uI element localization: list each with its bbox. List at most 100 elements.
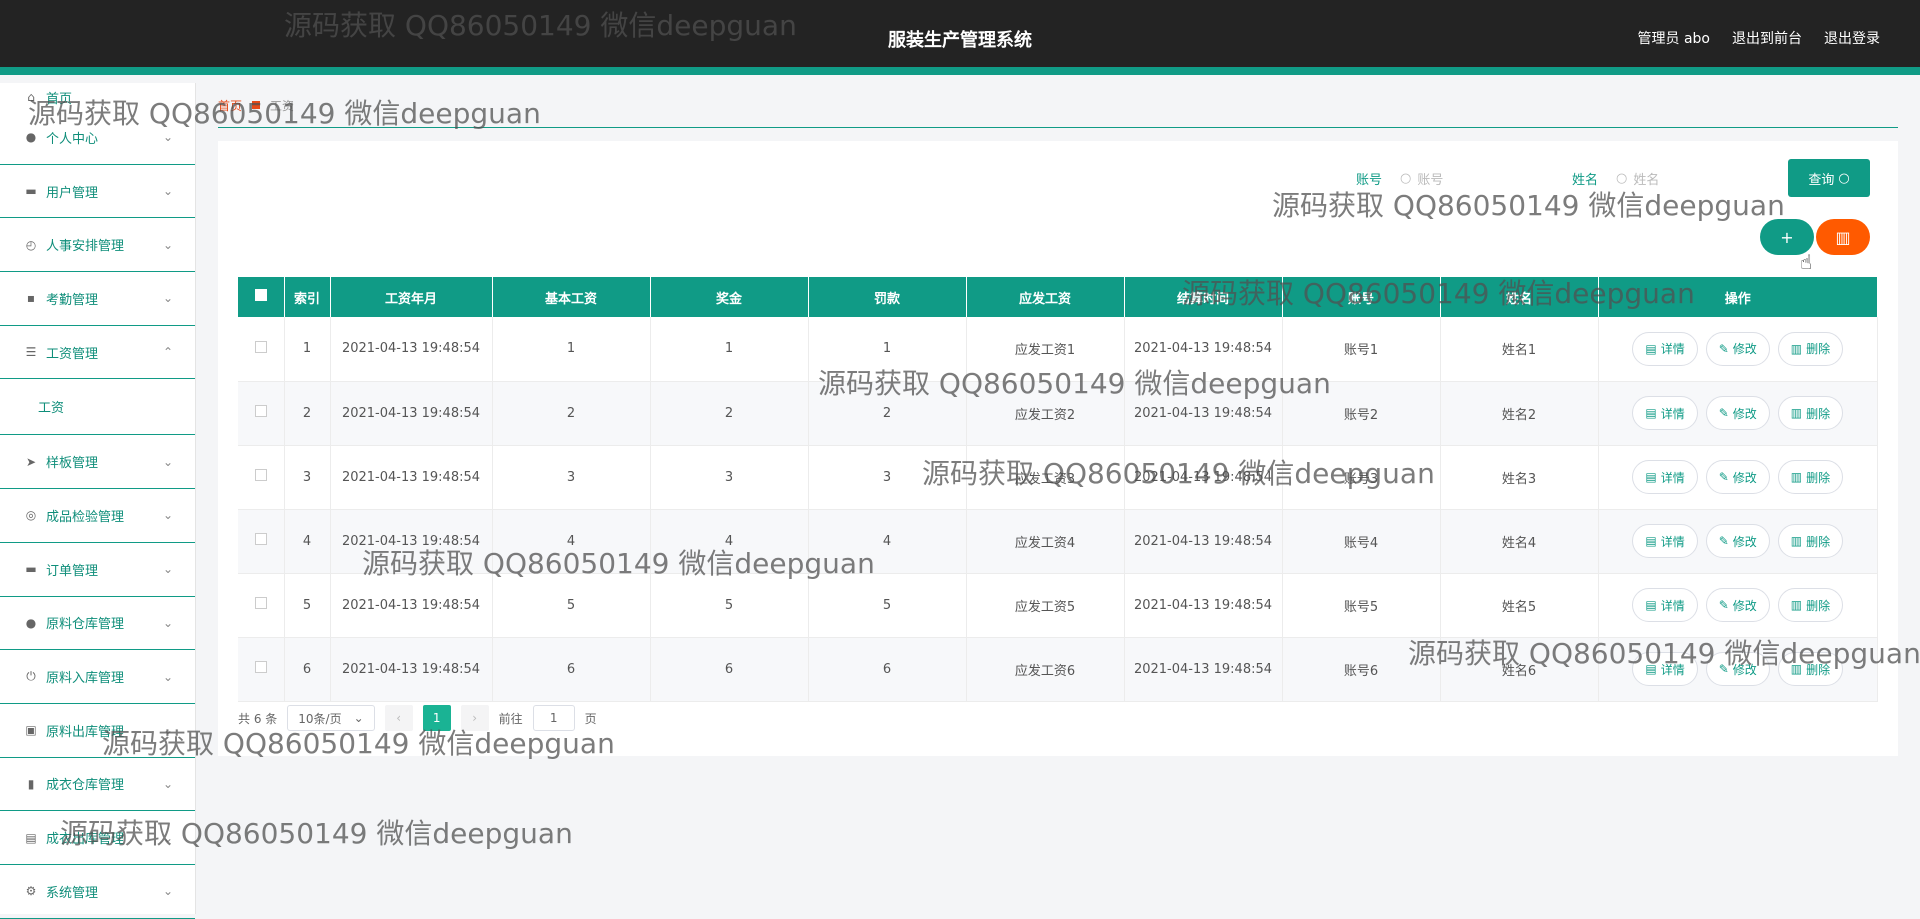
sidebar-item-raw-warehouse[interactable]: ● 原料仓库管理 ⌄ bbox=[0, 597, 195, 651]
breadcrumb-home[interactable]: 首页 bbox=[218, 97, 242, 114]
table-cell: 应发工资1 bbox=[966, 317, 1125, 382]
sidebar-item-inspection[interactable]: ◎ 成品检验管理 ⌄ bbox=[0, 489, 195, 543]
chevron-up-icon: ⌃ bbox=[162, 345, 173, 360]
query-button[interactable]: 查询 ○ bbox=[1788, 159, 1870, 197]
chevron-down-icon: ⌄ bbox=[162, 723, 173, 738]
table-cell: 5 bbox=[492, 573, 651, 638]
table-cell: 6 bbox=[284, 637, 331, 702]
detail-button[interactable]: ▤ 详情 bbox=[1632, 396, 1698, 430]
edit-button[interactable]: ✎ 修改 bbox=[1705, 396, 1770, 430]
table-cell: 账号1 bbox=[1282, 317, 1441, 382]
detail-button[interactable]: ▤ 详情 bbox=[1632, 331, 1698, 366]
edit-button[interactable]: ✎ 修改 bbox=[1705, 460, 1770, 494]
back-to-front-link[interactable]: 退出到前台 bbox=[1732, 28, 1802, 48]
trash-icon: ▥ bbox=[1790, 534, 1803, 548]
monitor-icon: ▬ bbox=[25, 184, 37, 199]
edit-button[interactable]: ✎ 修改 bbox=[1705, 331, 1770, 366]
pointer-cursor-icon: ☝ bbox=[1800, 250, 1813, 274]
sidebar-item-raw-outbound[interactable]: ▣ 原料出库管理 ⌄ bbox=[0, 704, 195, 758]
row-checkbox[interactable] bbox=[238, 445, 285, 510]
table-cell: 姓名5 bbox=[1440, 573, 1599, 638]
goto-page-input[interactable]: 1 bbox=[532, 705, 575, 731]
sidebar-item-hr-schedule[interactable]: ◴ 人事安排管理 ⌄ bbox=[0, 218, 195, 273]
table-row: 5 2021-04-13 19:48:54 5 5 5 应发工资5 2021-04-13 1… bbox=[238, 573, 1878, 638]
table-cell: 2021-04-13 19:48:54 bbox=[330, 317, 493, 382]
pencil-icon: ✎ bbox=[1718, 534, 1729, 548]
batch-delete-button[interactable]: ▥ bbox=[1816, 219, 1870, 255]
sidebar-item-sample[interactable]: ➤ 样板管理 ⌄ bbox=[0, 435, 195, 490]
admin-label: 管理员 abo bbox=[1637, 31, 1710, 47]
delete-button[interactable]: ▥ 删除 bbox=[1777, 396, 1844, 430]
edit-button[interactable]: ✎ 修改 bbox=[1705, 652, 1770, 686]
delete-button[interactable]: ▥ 删除 bbox=[1777, 524, 1844, 558]
row-checkbox[interactable] bbox=[238, 509, 285, 574]
device-icon: ▬ bbox=[25, 562, 37, 577]
sidebar-item-raw-inbound[interactable]: ⏻ 原料入库管理 ⌄ bbox=[0, 650, 195, 704]
page-number-current[interactable]: 1 bbox=[422, 705, 451, 731]
sidebar-item-salary-management[interactable]: ☰ 工资管理 ⌃ bbox=[0, 326, 195, 380]
table-cell: 账号4 bbox=[1282, 509, 1441, 574]
column-header: 索引 bbox=[284, 277, 331, 317]
pencil-icon: ✎ bbox=[1718, 406, 1729, 420]
next-page-button[interactable]: › bbox=[460, 705, 489, 731]
sidebar-item-system[interactable]: ⚙ 系统管理 ⌄ bbox=[0, 865, 195, 919]
detail-button[interactable]: ▤ 详情 bbox=[1632, 460, 1698, 494]
row-checkbox[interactable] bbox=[238, 637, 285, 702]
sidebar-item-user-management[interactable]: ▬ 用户管理 ⌄ bbox=[0, 165, 195, 219]
send-icon: ➤ bbox=[25, 454, 37, 469]
top-navbar: 服装生产管理系统 管理员 abo 退出到前台 退出登录 bbox=[0, 0, 1920, 75]
column-header: 操作 bbox=[1598, 277, 1878, 317]
speedometer-icon: ◴ bbox=[25, 237, 37, 252]
column-header: 应发工资 bbox=[966, 277, 1125, 317]
sidebar-item-salary[interactable]: 工资 bbox=[0, 379, 195, 436]
chevron-down-icon: ⌄ bbox=[162, 508, 173, 523]
table-cell: 2021-04-13 19:48:54 bbox=[1124, 445, 1283, 510]
sidebar-item-home[interactable]: ⌂ 首页 bbox=[0, 83, 195, 111]
delete-button[interactable]: ▥ 删除 bbox=[1777, 460, 1844, 494]
trash-icon: ▥ bbox=[1790, 341, 1803, 356]
table-cell: 3 bbox=[650, 445, 809, 510]
prev-page-button[interactable]: ‹ bbox=[384, 705, 413, 731]
table-cell: 3 bbox=[808, 445, 967, 510]
table-cell: 2021-04-13 19:48:54 bbox=[1124, 381, 1283, 446]
sidebar-item-garment-outbound[interactable]: ▤ 成衣出库管理 ⌄ bbox=[0, 811, 195, 865]
select-all-checkbox[interactable] bbox=[238, 277, 285, 317]
sidebar-item-orders[interactable]: ▬ 订单管理 ⌄ bbox=[0, 543, 195, 597]
column-header: 账号 bbox=[1282, 277, 1441, 317]
chevron-down-icon: ⌄ bbox=[162, 562, 173, 577]
logout-link[interactable]: 退出登录 bbox=[1824, 28, 1880, 48]
search-bar: 账号 ○ 账号 姓名 ○ 姓名 查询 ○ bbox=[1356, 159, 1870, 197]
user-icon: ● bbox=[25, 130, 37, 145]
row-checkbox[interactable] bbox=[238, 573, 285, 638]
app-title: 服装生产管理系统 bbox=[888, 30, 1032, 51]
delete-button[interactable]: ▥ 删除 bbox=[1777, 331, 1844, 366]
account-input[interactable]: ○ 账号 bbox=[1392, 161, 1562, 195]
row-actions: ▤ 详情 ✎ 修改 ▥ 删除 bbox=[1598, 509, 1878, 574]
edit-button[interactable]: ✎ 修改 bbox=[1705, 588, 1770, 622]
row-checkbox[interactable] bbox=[238, 317, 285, 382]
table-cell: 2021-04-13 19:48:54 bbox=[330, 381, 493, 446]
main-content: 首页 工资 账号 ○ 账号 姓名 ○ 姓名 查询 ○ + ▥ 索引 工资年月 基本工 bbox=[218, 83, 1898, 756]
delete-button[interactable]: ▥ 删除 bbox=[1777, 588, 1844, 622]
detail-button[interactable]: ▤ 详情 bbox=[1632, 588, 1698, 622]
sidebar-item-garment-warehouse[interactable]: ▮ 成衣仓库管理 ⌄ bbox=[0, 758, 195, 812]
table-cell: 2021-04-13 19:48:54 bbox=[1124, 573, 1283, 638]
detail-button[interactable]: ▤ 详情 bbox=[1632, 524, 1698, 558]
edit-button[interactable]: ✎ 修改 bbox=[1705, 524, 1770, 558]
box-icon: ▣ bbox=[25, 723, 37, 738]
sidebar-item-attendance[interactable]: ▪ 考勤管理 ⌄ bbox=[0, 272, 195, 326]
detail-button[interactable]: ▤ 详情 bbox=[1632, 652, 1698, 686]
table-cell: 2021-04-13 19:48:54 bbox=[330, 573, 493, 638]
name-input[interactable]: ○ 姓名 bbox=[1608, 161, 1778, 195]
sidebar-item-personal-center[interactable]: ● 个人中心 ⌄ bbox=[0, 111, 195, 165]
table-row: 4 2021-04-13 19:48:54 4 4 4 应发工资4 2021-04-13 1… bbox=[238, 509, 1878, 574]
document-icon: ▤ bbox=[1645, 534, 1657, 548]
table-cell: 应发工资5 bbox=[966, 573, 1125, 638]
row-checkbox[interactable] bbox=[238, 381, 285, 446]
chevron-down-icon: ⌄ bbox=[162, 130, 173, 145]
table-cell: 3 bbox=[284, 445, 331, 510]
search-icon: ○ bbox=[1399, 170, 1412, 186]
page-size-select[interactable]: 10条/页 ⌄ bbox=[287, 705, 375, 731]
delete-button[interactable]: ▥ 删除 bbox=[1777, 652, 1844, 686]
plus-icon: + bbox=[1780, 227, 1794, 247]
